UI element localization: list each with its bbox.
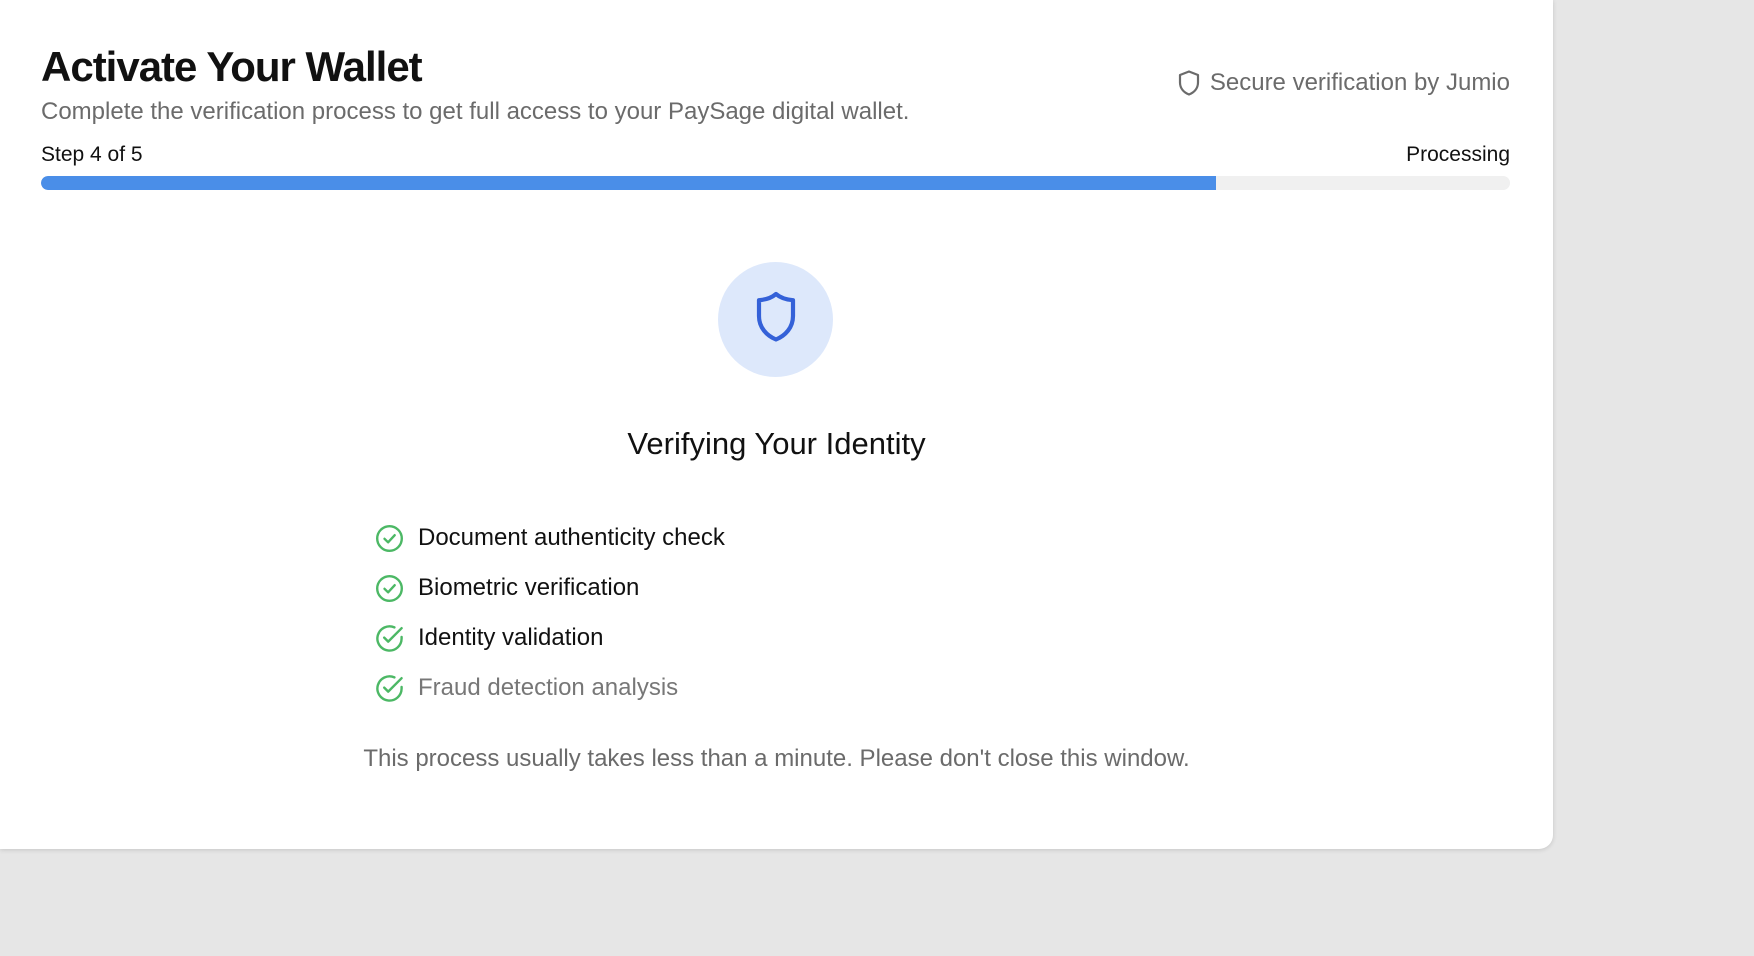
checklist-item: Identity validation — [375, 613, 725, 663]
status-text: Processing — [1406, 143, 1510, 166]
secure-verification-badge: Secure verification by Jumio — [1178, 68, 1510, 98]
progress-fill — [41, 176, 1217, 190]
page-title: Activate Your Wallet — [41, 43, 423, 90]
verification-card: Activate Your Wallet Complete the verifi… — [0, 0, 1553, 849]
checklist-item-label: Document authenticity check — [418, 524, 725, 551]
verification-heading: Verifying Your Identity — [627, 426, 926, 461]
shield-icon — [753, 290, 799, 349]
secure-badge-label: Secure verification by Jumio — [1209, 69, 1510, 96]
verification-checklist: Document authenticity check Biometric ve… — [375, 513, 725, 713]
checklist-item-label: Biometric verification — [418, 574, 640, 601]
checklist-item: Fraud detection analysis — [375, 663, 725, 713]
verification-icon-circle — [718, 262, 833, 377]
checklist-item-label: Fraud detection analysis — [418, 674, 679, 701]
progress-bar — [41, 176, 1510, 190]
checklist-item: Biometric verification — [375, 563, 725, 613]
step-indicator: Step 4 of 5 — [41, 143, 143, 166]
check-circle-icon — [375, 524, 404, 553]
page-subtitle: Complete the verification process to get… — [41, 98, 910, 125]
check-circle-icon — [375, 574, 404, 603]
checklist-item: Document authenticity check — [375, 513, 725, 563]
circle-check-icon — [375, 624, 404, 653]
shield-icon — [1178, 70, 1200, 96]
process-note: This process usually takes less than a m… — [363, 745, 1190, 772]
checklist-item-label: Identity validation — [418, 624, 604, 651]
circle-check-icon — [375, 674, 404, 703]
